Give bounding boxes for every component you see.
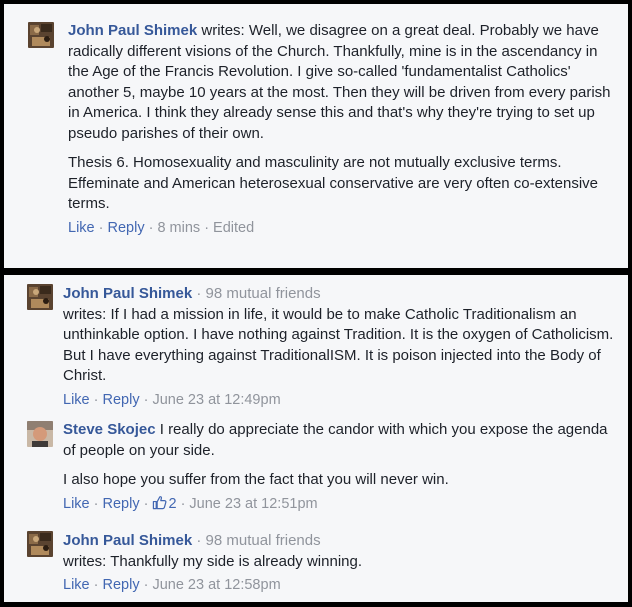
like-link[interactable]: Like bbox=[68, 220, 95, 236]
comment-text: John Paul Shimek · 98 mutual friends wri… bbox=[63, 284, 620, 387]
comment-actions: Like · Reply · 2 · June 23 at 12:51pm bbox=[63, 495, 620, 515]
comment-text: John Paul Shimek · 98 mutual friends wri… bbox=[63, 531, 620, 572]
comment-message: writes: Thankfully my side is already wi… bbox=[63, 552, 363, 570]
comment-message: writes: Well, we disagree on a great dea… bbox=[68, 22, 611, 142]
comment-paragraph-2: I also hope you suffer from the fact tha… bbox=[63, 471, 449, 488]
comment-text: John Paul Shimek writes: Well, we disagr… bbox=[68, 21, 620, 215]
author-name[interactable]: John Paul Shimek bbox=[63, 532, 192, 549]
like-count[interactable]: 2 bbox=[152, 495, 177, 515]
like-link[interactable]: Like bbox=[63, 392, 90, 408]
comment-message: writes: If I had a mission in life, it w… bbox=[63, 305, 614, 385]
comment-text: Steve Skojec I really do appreciate the … bbox=[63, 420, 620, 491]
comment-body: John Paul Shimek · 98 mutual friends wri… bbox=[63, 284, 620, 409]
top-comment-panel: John Paul Shimek writes: Well, we disagr… bbox=[4, 4, 628, 268]
comment-body: John Paul Shimek writes: Well, we disagr… bbox=[68, 21, 620, 237]
avatar[interactable] bbox=[27, 284, 53, 310]
author-name[interactable]: John Paul Shimek bbox=[63, 285, 192, 302]
separator: · bbox=[94, 219, 108, 236]
timestamp[interactable]: · June 23 at 12:51pm bbox=[177, 496, 318, 512]
comment-actions: Like · Reply · June 23 at 12:49pm bbox=[63, 391, 620, 409]
comment-paragraph-2: Thesis 6. Homosexuality and masculinity … bbox=[68, 154, 599, 212]
author-name[interactable]: Steve Skojec bbox=[63, 421, 156, 438]
like-count-number: 2 bbox=[168, 495, 177, 512]
like-link[interactable]: Like bbox=[63, 496, 90, 512]
reply-link[interactable]: Reply bbox=[103, 577, 140, 593]
comment-body: John Paul Shimek · 98 mutual friends wri… bbox=[63, 531, 620, 594]
separator: · bbox=[89, 577, 103, 593]
bottom-comment-panel: John Paul Shimek · 98 mutual friends wri… bbox=[4, 275, 628, 602]
mutual-friends[interactable]: · 98 mutual friends bbox=[192, 285, 320, 302]
author-name[interactable]: John Paul Shimek bbox=[68, 22, 197, 39]
avatar[interactable] bbox=[28, 22, 54, 48]
avatar[interactable] bbox=[27, 531, 53, 557]
separator: · bbox=[89, 391, 103, 408]
reply-link[interactable]: Reply bbox=[103, 496, 140, 512]
separator: · bbox=[139, 495, 153, 512]
reply-link[interactable]: Reply bbox=[108, 220, 145, 236]
like-link[interactable]: Like bbox=[63, 577, 90, 593]
comment-body: Steve Skojec I really do appreciate the … bbox=[63, 420, 620, 515]
timestamp: · 8 mins · Edited bbox=[144, 219, 255, 236]
timestamp[interactable]: · June 23 at 12:58pm bbox=[140, 577, 281, 593]
separator: · bbox=[89, 495, 103, 512]
mutual-friends[interactable]: · 98 mutual friends bbox=[192, 532, 320, 549]
avatar-image bbox=[27, 284, 53, 310]
timestamp[interactable]: · June 23 at 12:49pm bbox=[140, 392, 281, 408]
avatar-image bbox=[27, 531, 53, 557]
comment-actions: Like · Reply · June 23 at 12:58pm bbox=[63, 576, 620, 594]
thumbs-up-icon bbox=[152, 495, 167, 515]
comment-actions: Like · Reply · 8 mins · Edited bbox=[68, 219, 620, 237]
avatar-image bbox=[28, 22, 54, 48]
reply-link[interactable]: Reply bbox=[103, 392, 140, 408]
avatar-image bbox=[27, 421, 53, 447]
avatar[interactable] bbox=[27, 421, 53, 447]
